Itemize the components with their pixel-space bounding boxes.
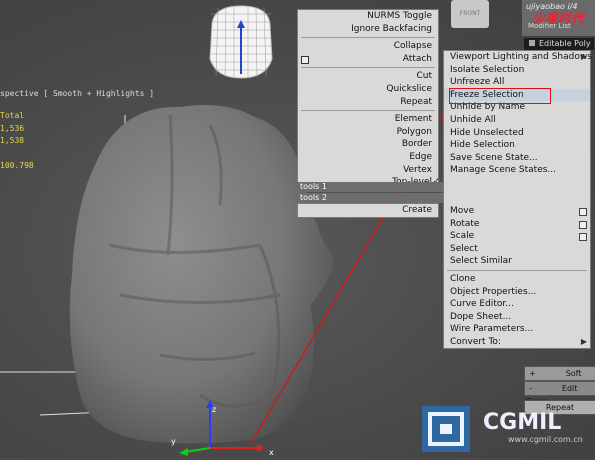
modifier-icon <box>529 40 535 46</box>
menu-item-polygon[interactable]: Polygon <box>298 126 438 139</box>
settings-box-icon[interactable] <box>301 55 309 64</box>
separator <box>301 67 435 69</box>
panel-header: ujiyaobao i/4 火星时代 Modifier List <box>522 0 595 36</box>
rollout-soft-selection[interactable]: +Soft Sele <box>524 366 595 391</box>
stats-fps: 100.798 <box>0 161 34 170</box>
stats-total: Total <box>0 111 25 120</box>
transform-gizmo[interactable]: z y x <box>165 400 285 460</box>
menu-item-attach[interactable]: Attach <box>298 53 438 66</box>
menu-item-nurms-toggle[interactable]: NURMS Toggle <box>298 10 438 23</box>
command-panel: ujiyaobao i/4 火星时代 Modifier List Editabl… <box>522 0 595 459</box>
menu-item-ignore-backfacing[interactable]: Ignore Backfacing <box>298 23 438 36</box>
gizmo-z-label: z <box>212 405 216 414</box>
menu-item-cut[interactable]: Cut <box>298 70 438 83</box>
gizmo-y-label: y <box>171 437 176 446</box>
separator <box>301 37 435 39</box>
menu-item-collapse[interactable]: Collapse <box>298 40 438 53</box>
menu-item-repeat[interactable]: Repeat <box>298 96 438 109</box>
stats-polys: 1,536 <box>0 123 25 133</box>
stats-verts: 1,538 <box>0 136 25 145</box>
menu-item-border[interactable]: Border <box>298 138 438 151</box>
menu-item-element[interactable]: Element <box>298 113 438 126</box>
modifier-list-dropdown[interactable]: Modifier List <box>528 22 571 30</box>
viewcube[interactable]: FRONT <box>451 0 489 28</box>
polygon-stats: Total 1,536 1,538 100.798 <box>0 110 34 173</box>
quad-menu-left: NURMS Toggle Ignore Backfacing Collapse … <box>297 9 440 190</box>
separator <box>301 110 435 112</box>
modifier-stack-editable-poly[interactable]: Editable Poly <box>524 38 594 50</box>
menu-item-quickslice[interactable]: Quickslice <box>298 83 438 96</box>
watermark-text: CGMIL <box>483 410 562 435</box>
gizmo-x-label: x <box>269 448 274 457</box>
menu-item-edge[interactable]: Edge <box>298 151 438 164</box>
menu-item-create[interactable]: Create <box>298 204 438 217</box>
watermark-url: www.cgmil.com.cn <box>508 435 583 444</box>
menu-item-vertex[interactable]: Vertex <box>298 164 438 177</box>
rollout-edit-geometry[interactable]: -Edit Geom <box>524 381 595 406</box>
stats-blank <box>0 148 34 161</box>
quad-menu-lower-left: Create <box>297 203 439 218</box>
wireframe-head-preview <box>209 5 273 79</box>
